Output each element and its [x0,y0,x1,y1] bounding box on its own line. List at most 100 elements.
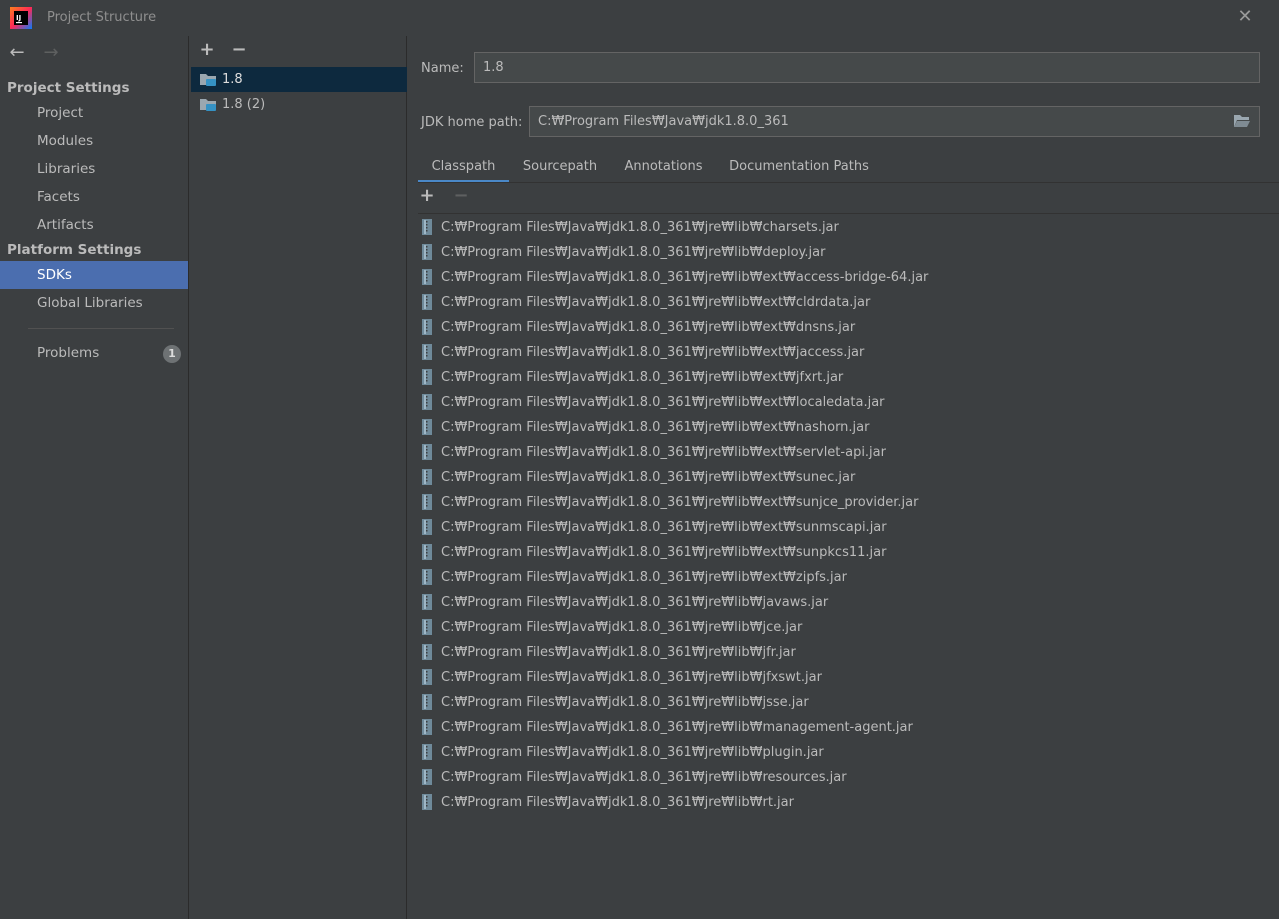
plus-icon: + [419,185,435,206]
close-button[interactable]: ✕ [1233,6,1257,28]
nav-item-facets[interactable]: Facets [0,183,188,211]
jdk-home-path-field[interactable]: C:₩Program Files₩Java₩jdk1.8.0_361 [529,106,1260,137]
jar-archive-icon [422,419,432,435]
classpath-entry-label: C:₩Program Files₩Java₩jdk1.8.0_361₩jre₩l… [441,420,870,435]
jar-archive-icon [422,694,432,710]
tab-documentation-paths[interactable]: Documentation Paths [726,154,872,183]
list-item[interactable]: C:₩Program Files₩Java₩jdk1.8.0_361₩jre₩l… [418,715,1279,740]
sdk-item[interactable]: 1.8 [191,67,407,92]
classpath-entry-label: C:₩Program Files₩Java₩jdk1.8.0_361₩jre₩l… [441,445,886,460]
jar-archive-icon [422,219,432,235]
jar-archive-icon [422,494,432,510]
classpath-entry-label: C:₩Program Files₩Java₩jdk1.8.0_361₩jre₩l… [441,320,856,335]
list-item[interactable]: C:₩Program Files₩Java₩jdk1.8.0_361₩jre₩l… [418,415,1279,440]
jar-archive-icon [422,744,432,760]
nav-item-project[interactable]: Project [0,99,188,127]
list-item[interactable]: C:₩Program Files₩Java₩jdk1.8.0_361₩jre₩l… [418,640,1279,665]
jar-archive-icon [422,344,432,360]
classpath-entry-label: C:₩Program Files₩Java₩jdk1.8.0_361₩jre₩l… [441,745,824,760]
list-item[interactable]: C:₩Program Files₩Java₩jdk1.8.0_361₩jre₩l… [418,765,1279,790]
jar-archive-icon [422,444,432,460]
classpath-entry-label: C:₩Program Files₩Java₩jdk1.8.0_361₩jre₩l… [441,295,871,310]
classpath-entry-label: C:₩Program Files₩Java₩jdk1.8.0_361₩jre₩l… [441,220,839,235]
remove-path-button[interactable]: − [452,186,470,206]
jar-archive-icon [422,719,432,735]
window-title: Project Structure [47,10,157,25]
classpath-entry-label: C:₩Program Files₩Java₩jdk1.8.0_361₩jre₩l… [441,270,929,285]
classpath-entry-label: C:₩Program Files₩Java₩jdk1.8.0_361₩jre₩l… [441,395,885,410]
add-sdk-button[interactable]: + [198,40,216,60]
jar-archive-icon [422,244,432,260]
platform-settings-heading: Platform Settings [7,242,142,258]
project-settings-heading: Project Settings [7,80,130,96]
list-item[interactable]: C:₩Program Files₩Java₩jdk1.8.0_361₩jre₩l… [418,740,1279,765]
classpath-entry-label: C:₩Program Files₩Java₩jdk1.8.0_361₩jre₩l… [441,470,856,485]
jar-archive-icon [422,269,432,285]
classpath-entry-label: C:₩Program Files₩Java₩jdk1.8.0_361₩jre₩l… [441,620,803,635]
tab-annotations[interactable]: Annotations [619,154,708,183]
plus-icon: + [199,39,215,60]
list-item[interactable]: C:₩Program Files₩Java₩jdk1.8.0_361₩jre₩l… [418,665,1279,690]
list-item[interactable]: C:₩Program Files₩Java₩jdk1.8.0_361₩jre₩l… [418,590,1279,615]
arrow-left-icon[interactable]: ← [6,42,28,64]
add-path-button[interactable]: + [418,186,436,206]
nav-item-sdks[interactable]: SDKs [0,261,188,289]
remove-sdk-button[interactable]: − [230,40,248,60]
jar-archive-icon [422,369,432,385]
svg-text:IJ: IJ [16,14,21,22]
tab-sourcepath[interactable]: Sourcepath [515,154,605,183]
classpath-entry-label: C:₩Program Files₩Java₩jdk1.8.0_361₩jre₩l… [441,595,829,610]
list-item[interactable]: C:₩Program Files₩Java₩jdk1.8.0_361₩jre₩l… [418,540,1279,565]
classpath-entry-label: C:₩Program Files₩Java₩jdk1.8.0_361₩jre₩l… [441,695,809,710]
nav-item-problems[interactable]: Problems 1 [0,339,188,367]
jar-archive-icon [422,519,432,535]
list-item[interactable]: C:₩Program Files₩Java₩jdk1.8.0_361₩jre₩l… [418,790,1279,815]
classpath-entry-label: C:₩Program Files₩Java₩jdk1.8.0_361₩jre₩l… [441,670,822,685]
list-item[interactable]: C:₩Program Files₩Java₩jdk1.8.0_361₩jre₩l… [418,265,1279,290]
classpath-entry-label: C:₩Program Files₩Java₩jdk1.8.0_361₩jre₩l… [441,770,847,785]
list-item[interactable]: C:₩Program Files₩Java₩jdk1.8.0_361₩jre₩l… [418,565,1279,590]
nav-item-label: Problems [37,345,100,361]
name-field[interactable]: 1.8 [474,52,1260,83]
classpath-list: C:₩Program Files₩Java₩jdk1.8.0_361₩jre₩l… [418,215,1279,815]
tab-classpath[interactable]: Classpath [418,154,509,183]
arrow-right-icon[interactable]: → [40,42,62,64]
jdk-home-label: JDK home path: [421,115,523,130]
list-item[interactable]: C:₩Program Files₩Java₩jdk1.8.0_361₩jre₩l… [418,290,1279,315]
list-item[interactable]: C:₩Program Files₩Java₩jdk1.8.0_361₩jre₩l… [418,440,1279,465]
sdk-item-label: 1.8 [222,72,243,87]
nav-item-artifacts[interactable]: Artifacts [0,211,188,239]
nav-item-modules[interactable]: Modules [0,127,188,155]
list-item[interactable]: C:₩Program Files₩Java₩jdk1.8.0_361₩jre₩l… [418,490,1279,515]
list-item[interactable]: C:₩Program Files₩Java₩jdk1.8.0_361₩jre₩l… [418,390,1279,415]
classpath-entry-label: C:₩Program Files₩Java₩jdk1.8.0_361₩jre₩l… [441,545,887,560]
jar-archive-icon [422,594,432,610]
folder-open-icon[interactable] [1233,113,1251,129]
name-label: Name: [421,61,464,76]
list-item[interactable]: C:₩Program Files₩Java₩jdk1.8.0_361₩jre₩l… [418,340,1279,365]
minus-icon: − [231,39,247,60]
intellij-idea-icon: IJ [10,7,32,29]
sdk-item-label: 1.8 (2) [222,97,266,112]
list-item[interactable]: C:₩Program Files₩Java₩jdk1.8.0_361₩jre₩l… [418,215,1279,240]
list-item[interactable]: C:₩Program Files₩Java₩jdk1.8.0_361₩jre₩l… [418,365,1279,390]
sdk-item[interactable]: 1.8 (2) [191,92,407,117]
close-icon: ✕ [1237,6,1253,27]
list-divider [418,213,1279,214]
list-item[interactable]: C:₩Program Files₩Java₩jdk1.8.0_361₩jre₩l… [418,240,1279,265]
list-item[interactable]: C:₩Program Files₩Java₩jdk1.8.0_361₩jre₩l… [418,515,1279,540]
classpath-toolbar: + − [418,186,486,210]
problems-count-badge: 1 [163,345,181,363]
jar-archive-icon [422,619,432,635]
nav-item-global-libraries[interactable]: Global Libraries [0,289,188,317]
nav-item-libraries[interactable]: Libraries [0,155,188,183]
list-item[interactable]: C:₩Program Files₩Java₩jdk1.8.0_361₩jre₩l… [418,690,1279,715]
sdk-detail-pane: Name: 1.8 JDK home path: C:₩Program File… [408,36,1279,919]
jar-archive-icon [422,294,432,310]
list-item[interactable]: C:₩Program Files₩Java₩jdk1.8.0_361₩jre₩l… [418,465,1279,490]
list-item[interactable]: C:₩Program Files₩Java₩jdk1.8.0_361₩jre₩l… [418,615,1279,640]
list-item[interactable]: C:₩Program Files₩Java₩jdk1.8.0_361₩jre₩l… [418,315,1279,340]
classpath-entry-label: C:₩Program Files₩Java₩jdk1.8.0_361₩jre₩l… [441,570,847,585]
classpath-entry-label: C:₩Program Files₩Java₩jdk1.8.0_361₩jre₩l… [441,495,919,510]
jar-archive-icon [422,319,432,335]
